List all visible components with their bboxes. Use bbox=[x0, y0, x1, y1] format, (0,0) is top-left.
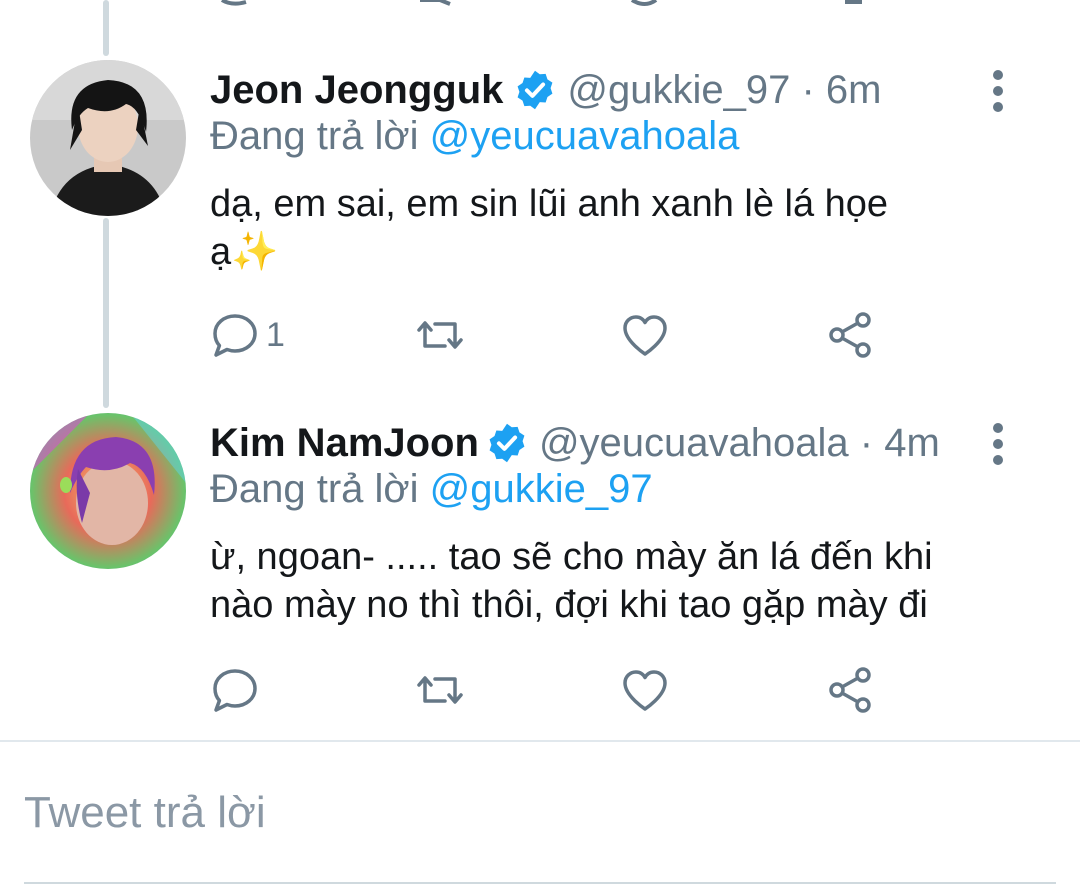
timestamp[interactable]: · 4m bbox=[849, 421, 940, 466]
reply-icon bbox=[213, 669, 257, 712]
tweet-text: dạ, em sai, em sin lũi anh xanh lè lá họ… bbox=[210, 180, 1030, 276]
previous-tweet-actions bbox=[0, 0, 1080, 10]
avatar[interactable] bbox=[30, 413, 186, 569]
heart-icon bbox=[623, 315, 667, 356]
tweet-actions: 1 bbox=[210, 310, 910, 360]
reply-count: 1 bbox=[266, 315, 285, 354]
reply-icon bbox=[213, 314, 257, 357]
reply-composer-input[interactable]: Tweet trả lời bbox=[24, 788, 266, 838]
share-button[interactable] bbox=[825, 665, 875, 715]
user-handle[interactable]: @yeucuavahoala bbox=[539, 421, 849, 466]
tweet-text: ừ, ngoan- ..... tao sẽ cho mày ăn lá đến… bbox=[210, 533, 1030, 629]
heart-icon bbox=[623, 670, 667, 711]
replying-to: Đang trả lời @gukkie_97 bbox=[210, 467, 653, 512]
share-button[interactable] bbox=[825, 310, 875, 360]
like-button[interactable] bbox=[620, 665, 670, 715]
retweet-icon bbox=[417, 321, 463, 349]
retweet-button[interactable] bbox=[415, 665, 465, 715]
replying-label: Đang trả lời bbox=[210, 467, 419, 511]
tweet-text-line: ừ, ngoan- ..... tao sẽ cho mày ăn lá đến… bbox=[210, 536, 933, 578]
verified-badge-icon bbox=[517, 70, 553, 110]
avatar[interactable] bbox=[30, 60, 186, 216]
verified-badge-icon bbox=[489, 423, 525, 463]
tweet-header: Jeon Jeongguk @gukkie_97 · 6m bbox=[210, 60, 881, 120]
timestamp[interactable]: · 6m bbox=[790, 68, 881, 113]
display-name[interactable]: Kim NamJoon bbox=[210, 421, 479, 466]
tweet[interactable]: Jeon Jeongguk @gukkie_97 · 6m Đang trả l… bbox=[0, 60, 1080, 380]
reply-button[interactable]: 1 bbox=[210, 310, 285, 360]
tweet-text-line: nào mày no thì thôi, đợi khi tao gặp mày… bbox=[210, 584, 928, 626]
mention-link[interactable]: @yeucuavahoala bbox=[430, 114, 740, 158]
tweet[interactable]: Kim NamJoon @yeucuavahoala · 4m Đang trả… bbox=[0, 413, 1080, 733]
tweet-actions bbox=[210, 665, 910, 715]
share-icon bbox=[829, 667, 871, 713]
user-handle[interactable]: @gukkie_97 bbox=[567, 68, 790, 113]
replying-to: Đang trả lời @yeucuavahoala bbox=[210, 114, 739, 159]
tweet-text-line: ạ✨ bbox=[210, 231, 279, 273]
retweet-button[interactable] bbox=[415, 310, 465, 360]
mention-link[interactable]: @gukkie_97 bbox=[430, 467, 653, 511]
more-vertical-icon[interactable] bbox=[985, 419, 1011, 469]
like-button[interactable] bbox=[620, 310, 670, 360]
replying-label: Đang trả lời bbox=[210, 114, 419, 158]
retweet-icon bbox=[417, 676, 463, 704]
reply-placeholder: Tweet trả lời bbox=[24, 788, 266, 837]
composer-divider bbox=[0, 740, 1080, 742]
share-icon bbox=[829, 312, 871, 358]
composer-underline bbox=[24, 882, 1056, 884]
tweet-text-line: dạ, em sai, em sin lũi anh xanh lè lá họ… bbox=[210, 183, 889, 225]
display-name[interactable]: Jeon Jeongguk bbox=[210, 68, 503, 113]
more-vertical-icon[interactable] bbox=[985, 66, 1011, 116]
tweet-header: Kim NamJoon @yeucuavahoala · 4m bbox=[210, 413, 940, 473]
reply-button[interactable] bbox=[210, 665, 266, 715]
